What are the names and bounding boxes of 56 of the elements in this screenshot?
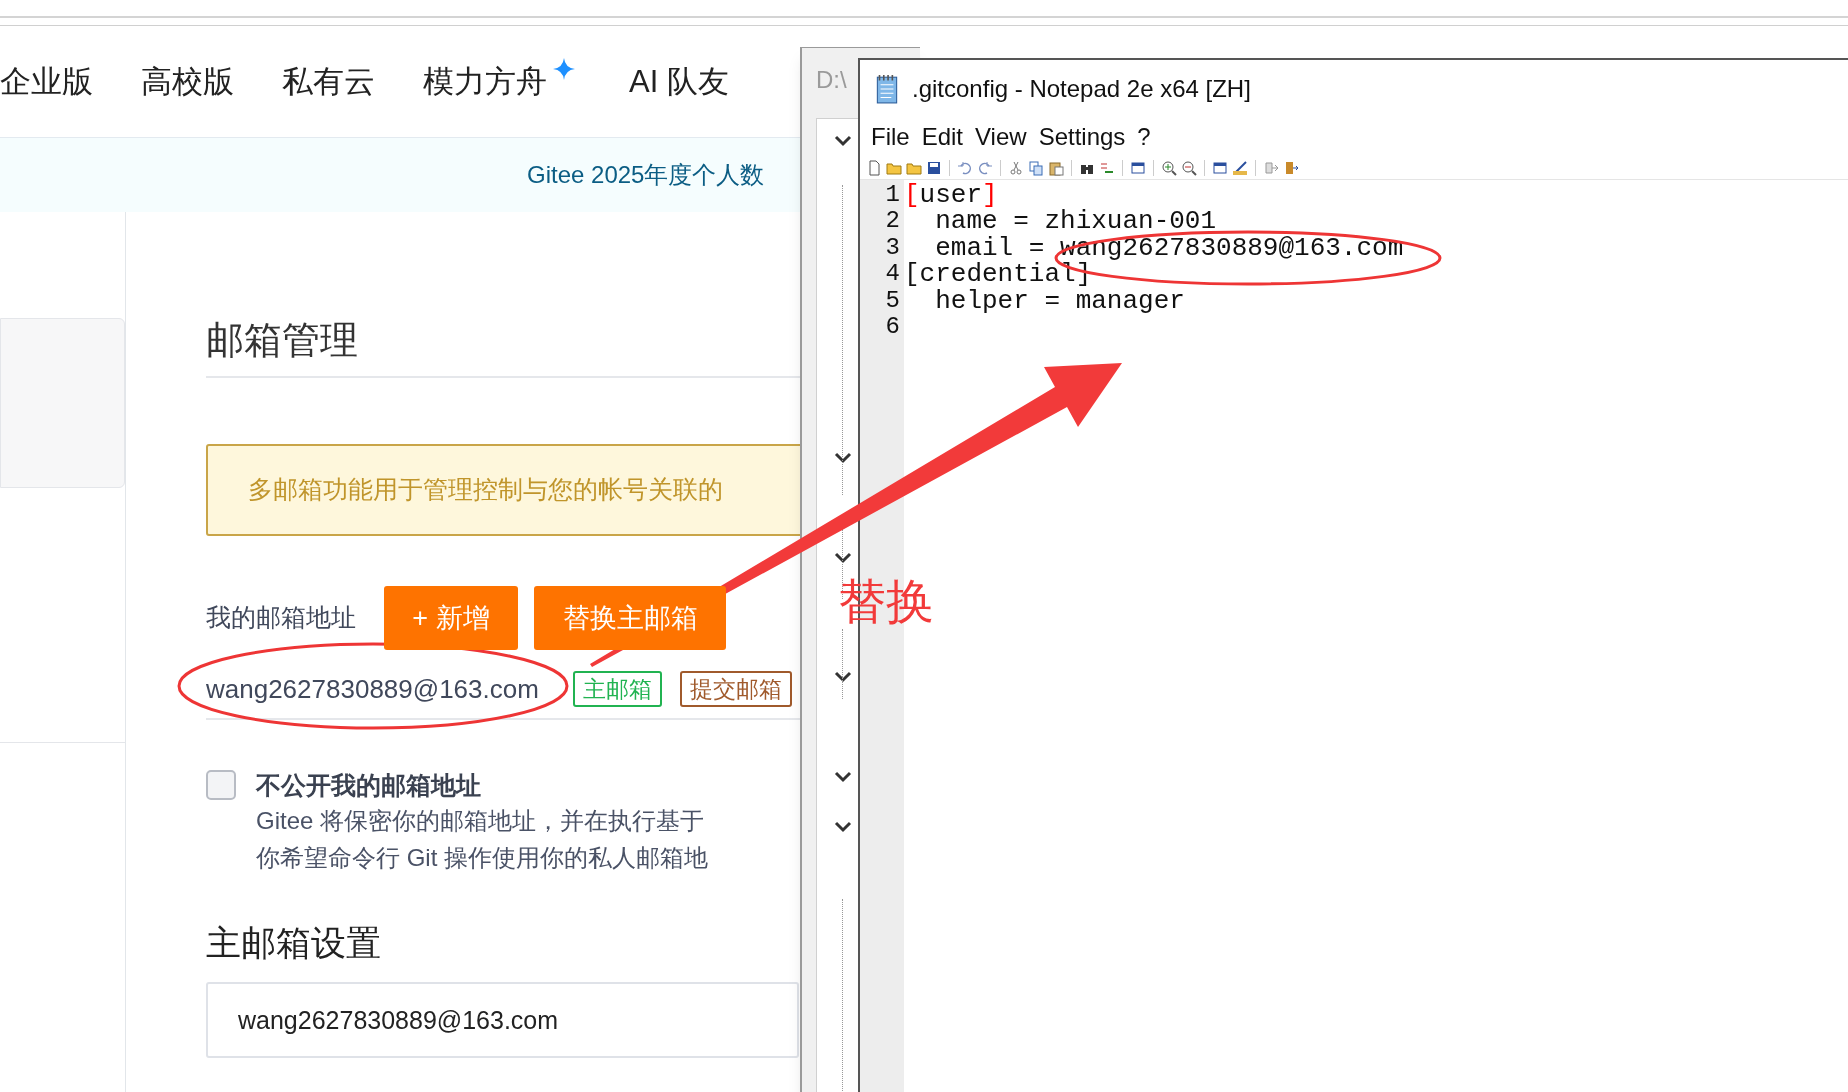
- scissors-icon[interactable]: [1008, 159, 1024, 176]
- ruler-icon[interactable]: [1232, 159, 1248, 176]
- door-icon[interactable]: [1283, 159, 1299, 176]
- zoom-in-icon[interactable]: [1161, 159, 1177, 176]
- description-line: 你希望命令行 Git 操作使用你的私人邮箱地: [256, 843, 708, 873]
- menu-item[interactable]: View: [969, 119, 1033, 155]
- code-line: [credential]: [904, 261, 1092, 288]
- nav-link[interactable]: 高校版: [141, 55, 234, 108]
- page-icon[interactable]: [866, 159, 882, 176]
- arrows-icon[interactable]: [1263, 159, 1279, 176]
- window-icon[interactable]: [1130, 159, 1146, 176]
- chevron-icon[interactable]: [833, 135, 853, 147]
- chevron-icon[interactable]: [833, 771, 853, 783]
- window-title: .gitconfig - Notepad 2e x64 [ZH]: [912, 74, 1251, 104]
- description-line: Gitee 将保密你的邮箱地址，并在执行基于: [256, 806, 706, 836]
- clipboard-icon[interactable]: [1048, 159, 1064, 176]
- zoom-out-icon[interactable]: [1181, 159, 1197, 176]
- email-address: wang2627830889@163.com: [206, 672, 540, 706]
- window-title: D:\: [816, 65, 847, 95]
- chevron-icon[interactable]: [833, 452, 853, 464]
- line-number: 2: [884, 208, 901, 235]
- field-label: 我的邮箱地址: [206, 602, 356, 634]
- checkbox-label: 不公开我的邮箱地址: [256, 770, 482, 801]
- email-tag: 提交邮箱: [680, 671, 792, 707]
- section-title: 邮箱管理: [206, 319, 358, 361]
- email-tag: 主邮箱: [573, 671, 662, 707]
- email-field[interactable]: wang2627830889@163.com: [206, 982, 799, 1058]
- code-line: name = zhixuan-001: [934, 208, 1217, 235]
- window-icon[interactable]: [1212, 159, 1228, 176]
- nav-link[interactable]: 私有云: [282, 55, 375, 108]
- line-number: 3: [884, 234, 901, 262]
- banner-text[interactable]: Gitee 2025年度个人数: [527, 157, 765, 193]
- line-number: 4: [884, 261, 901, 288]
- notepad-icon: [874, 74, 900, 104]
- copy-icon[interactable]: [1028, 159, 1044, 176]
- line-number: 1: [884, 182, 901, 209]
- redo-icon[interactable]: [977, 159, 993, 176]
- chevron-icon[interactable]: [833, 552, 853, 564]
- code-line: [user]: [904, 182, 998, 209]
- notice-text: 多邮箱功能用于管理控制与您的帐号关联的: [248, 474, 723, 506]
- line-number: 5: [884, 287, 901, 314]
- nav-link[interactable]: 企业版: [0, 55, 93, 108]
- sparkle-icon: [553, 57, 575, 80]
- nav-link[interactable]: AI 队友: [629, 55, 729, 108]
- code-line: helper = manager: [935, 287, 1185, 314]
- undo-icon[interactable]: [957, 159, 973, 176]
- nav-link[interactable]: 模力方舟: [423, 55, 575, 108]
- checkbox[interactable]: [206, 770, 236, 800]
- chevron-icon[interactable]: [833, 821, 853, 833]
- menu-item[interactable]: ?: [1131, 119, 1157, 155]
- line-number: 6: [884, 313, 901, 341]
- section-title: 主邮箱设置: [206, 923, 381, 962]
- menu-item[interactable]: Settings: [1032, 119, 1132, 155]
- chevron-icon[interactable]: [833, 671, 853, 683]
- menu-item[interactable]: File: [865, 119, 916, 155]
- menu-item[interactable]: Edit: [915, 119, 970, 155]
